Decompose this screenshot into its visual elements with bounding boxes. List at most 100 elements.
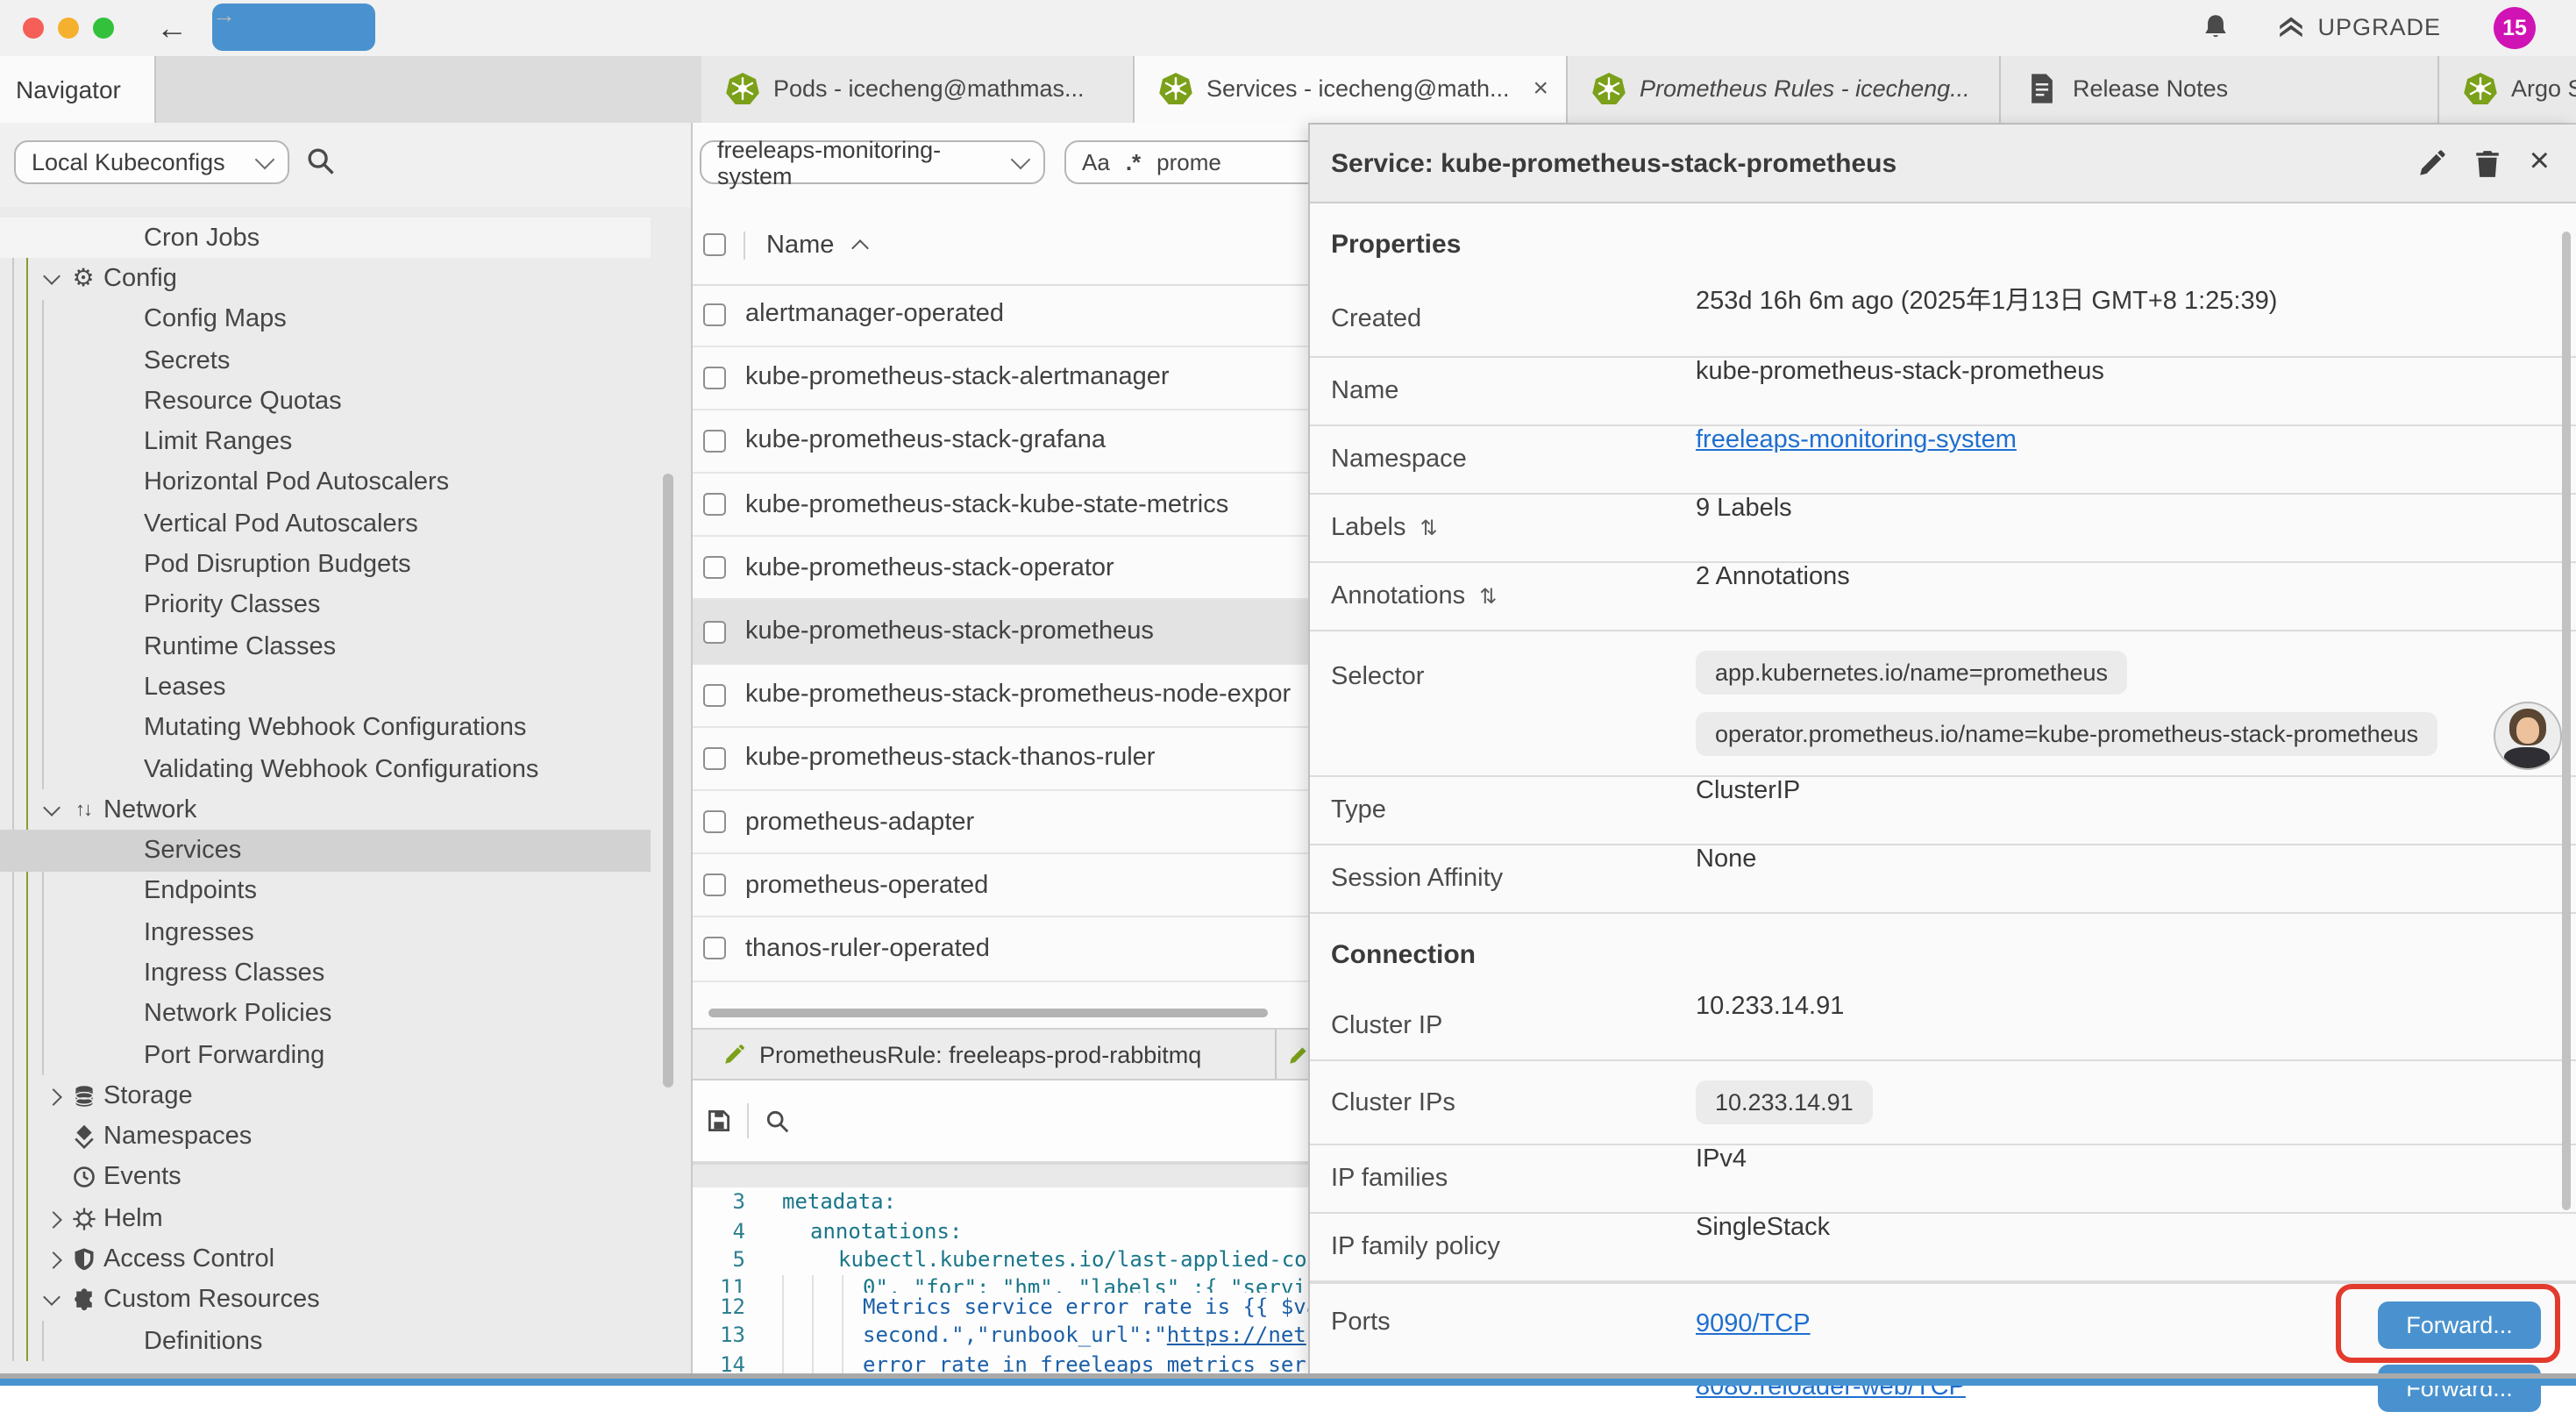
row-checkbox[interactable] [703,683,726,706]
tree-expander-chevron-icon[interactable] [42,1087,67,1105]
user-avatar[interactable] [2494,702,2562,770]
sidebar-search-icon[interactable] [305,146,337,177]
tree-expander-chevron-icon[interactable] [42,1292,67,1309]
namespace-selector[interactable]: freeleaps-monitoring-system [700,140,1045,184]
tree-item[interactable]: Ingresses [0,912,651,953]
forward-button[interactable]: Forward... [2378,1301,2541,1348]
tree-item[interactable]: Ingress Classes [0,953,651,995]
tree-item[interactable]: Horizontal Pod Autoscalers [0,463,651,504]
row-checkbox[interactable] [703,810,726,833]
yaml-editor[interactable]: 3 metadata: 4 annotations: 5 kubectl.ku [693,1187,1308,1373]
editor-tab[interactable]: PrometheusRule: freeleaps-prod-rabbitmq [693,1030,1276,1079]
tree-item[interactable]: ⚙ Config [0,259,651,300]
row-checkbox[interactable] [703,938,726,960]
row-checkbox[interactable] [703,557,726,580]
tree-item[interactable]: Events [0,1158,651,1199]
service-name: kube-prometheus-stack-thanos-ruler [745,745,1155,773]
table-row[interactable]: kube-prometheus-stack-alertmanager [693,346,1308,410]
table-row[interactable]: alertmanager-operated [693,283,1308,346]
tree-item[interactable]: Leases [0,667,651,709]
table-row[interactable]: prometheus-adapter [693,791,1308,854]
cluster-tab[interactable]: Pods - icecheng@mathmas... [701,55,1135,123]
tree-item[interactable]: Access Control [0,1239,651,1280]
sort-updown-icon[interactable]: ⇅ [1479,584,1497,609]
tree-item[interactable]: Definitions [0,1321,651,1362]
zoom-window-button[interactable] [93,18,114,39]
filter-search-input[interactable]: Aa .* prome [1064,140,1308,184]
tree-item[interactable]: Resource Quotas [0,381,651,422]
table-row[interactable]: kube-prometheus-stack-prometheus-node-ex… [693,664,1308,727]
horizontal-scrollbar[interactable] [708,1009,1268,1016]
table-row[interactable]: prometheus-operated [693,854,1308,917]
name-column-header[interactable]: Name [766,232,834,260]
tree-item[interactable]: Mutating Webhook Configurations [0,708,651,749]
sidebar-scrollbar[interactable] [663,474,672,1087]
notification-count-badge[interactable]: 15 [2494,7,2536,49]
row-checkbox[interactable] [703,747,726,770]
cluster-tab[interactable]: Services - icecheng@math... × [1135,55,1568,123]
close-panel-icon[interactable]: × [2530,144,2550,179]
table-row[interactable]: kube-prometheus-stack-operator [693,538,1308,601]
table-row[interactable]: thanos-ruler-operated [693,918,1308,981]
tree-item[interactable]: Services [0,831,651,872]
chevron-down-icon [255,149,275,169]
delete-trash-icon[interactable] [2473,148,2503,178]
edit-pencil-icon[interactable] [2417,148,2447,178]
tree-item[interactable]: Limit Ranges [0,422,651,463]
minimize-window-button[interactable] [58,18,79,39]
panel-scrollbar[interactable] [2562,232,2570,1210]
cluster-tab[interactable]: Argo Se [2439,55,2576,123]
tree-item[interactable]: Vertical Pod Autoscalers [0,503,651,545]
tree-expander-chevron-icon[interactable] [42,1251,67,1268]
regex-icon[interactable]: .* [1126,149,1141,175]
property-value: 9 Labels [1696,495,2576,523]
editor-tab-partial[interactable] [1276,1030,1308,1079]
tree-item[interactable]: Priority Classes [0,585,651,626]
editor-search-icon[interactable] [765,1108,791,1134]
tree-item[interactable]: Custom Resources [0,1280,651,1321]
tree-item[interactable]: Secrets [0,340,651,381]
close-window-button[interactable] [23,18,44,39]
row-checkbox[interactable] [703,430,726,453]
tree-item[interactable]: Runtime Classes [0,626,651,667]
close-tab-icon[interactable]: × [1529,75,1548,104]
row-checkbox[interactable] [703,874,726,897]
upgrade-button[interactable]: UPGRADE [2275,13,2441,43]
tree-item[interactable]: Port Forwarding [0,1035,651,1076]
tree-expander-chevron-icon[interactable] [42,270,67,288]
row-checkbox[interactable] [703,493,726,516]
sort-ascending-icon[interactable] [850,239,868,257]
tree-item[interactable]: Validating Webhook Configurations [0,749,651,790]
forward-arrow-icon[interactable]: → [212,4,375,52]
forward-button[interactable]: Forward... [2378,1364,2541,1411]
tree-item[interactable]: Config Maps [0,299,651,340]
navigator-tab[interactable]: Navigator [0,55,156,123]
row-checkbox[interactable] [703,303,726,325]
table-row[interactable]: kube-prometheus-stack-kube-state-metrics [693,474,1308,537]
match-case-icon[interactable]: Aa [1082,149,1110,175]
save-icon[interactable] [705,1107,733,1135]
notifications-bell-icon[interactable] [2200,13,2230,43]
tree-expander-chevron-icon[interactable] [42,802,67,819]
cluster-tab[interactable]: Prometheus Rules - icecheng... [1568,55,2001,123]
table-row[interactable]: kube-prometheus-stack-prometheus [693,601,1308,664]
tree-item[interactable]: Cron Jobs [0,217,651,259]
tree-item[interactable]: Endpoints [0,872,651,913]
table-row[interactable]: kube-prometheus-stack-grafana [693,410,1308,474]
tree-item[interactable]: Namespaces [0,1116,651,1158]
select-all-checkbox[interactable] [703,234,726,257]
tree-item[interactable]: Pod Disruption Budgets [0,545,651,586]
tree-item[interactable]: Network Policies [0,994,651,1035]
cluster-tab[interactable]: Release Notes [2001,55,2439,123]
row-checkbox[interactable] [703,620,726,643]
tree-item[interactable]: Storage [0,1075,651,1116]
table-row[interactable]: kube-prometheus-stack-thanos-ruler [693,728,1308,791]
tree-expander-chevron-icon[interactable] [42,1210,67,1228]
kubeconfig-selector[interactable]: Local Kubeconfigs [14,140,289,184]
back-arrow-icon[interactable]: ← [156,12,188,44]
tree-item[interactable]: Helm [0,1198,651,1239]
port-link[interactable]: 9090/TCP [1696,1310,1811,1338]
tree-item[interactable]: ↑↓ Network [0,789,651,831]
sort-updown-icon[interactable]: ⇅ [1420,516,1437,540]
row-checkbox[interactable] [703,367,726,389]
